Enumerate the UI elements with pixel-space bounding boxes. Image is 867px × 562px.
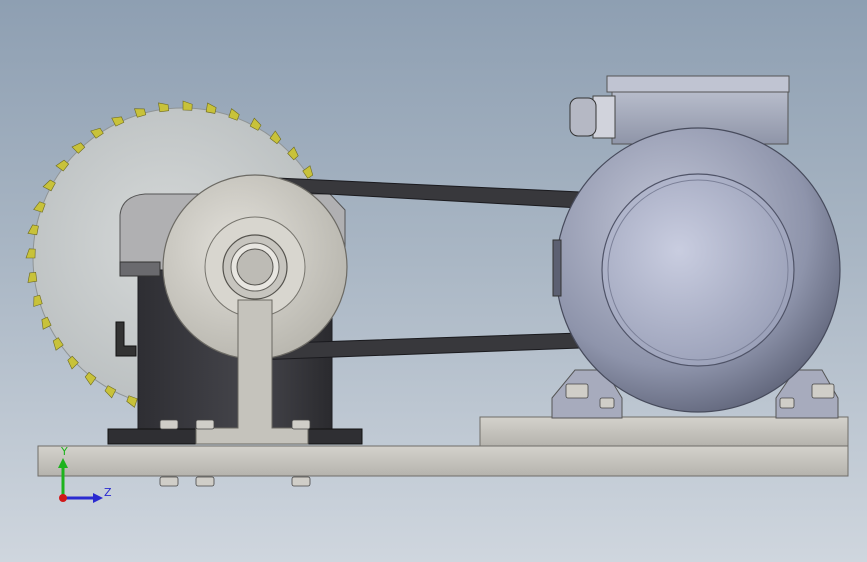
saw-tooth	[27, 272, 38, 283]
saw-tooth	[182, 100, 193, 111]
saw-tooth	[158, 102, 169, 113]
bolt-head	[291, 419, 311, 430]
motor-mount-plate[interactable]	[479, 416, 849, 447]
bolt-head	[599, 397, 615, 409]
base-plate[interactable]	[37, 445, 849, 477]
saw-assembly-model[interactable]: Y Z	[0, 0, 867, 562]
bolt-head	[195, 476, 215, 487]
bolt-head	[159, 419, 179, 430]
y-axis-label: Y	[60, 445, 68, 458]
bolt-head	[779, 397, 795, 409]
terminal-box-lid	[606, 75, 790, 93]
bolt-head	[159, 476, 179, 487]
saw-tooth	[205, 102, 217, 114]
origin-point	[59, 494, 67, 502]
saw-tooth	[25, 248, 36, 259]
saw-tooth	[27, 224, 39, 236]
bolt-head	[195, 419, 215, 430]
bolt-head	[565, 383, 589, 399]
bolt-head	[811, 383, 835, 399]
electric-motor[interactable]	[551, 75, 841, 419]
z-axis-label: Z	[104, 486, 112, 499]
cad-viewport[interactable]: Y Z	[0, 0, 867, 562]
bolt-head	[291, 476, 311, 487]
